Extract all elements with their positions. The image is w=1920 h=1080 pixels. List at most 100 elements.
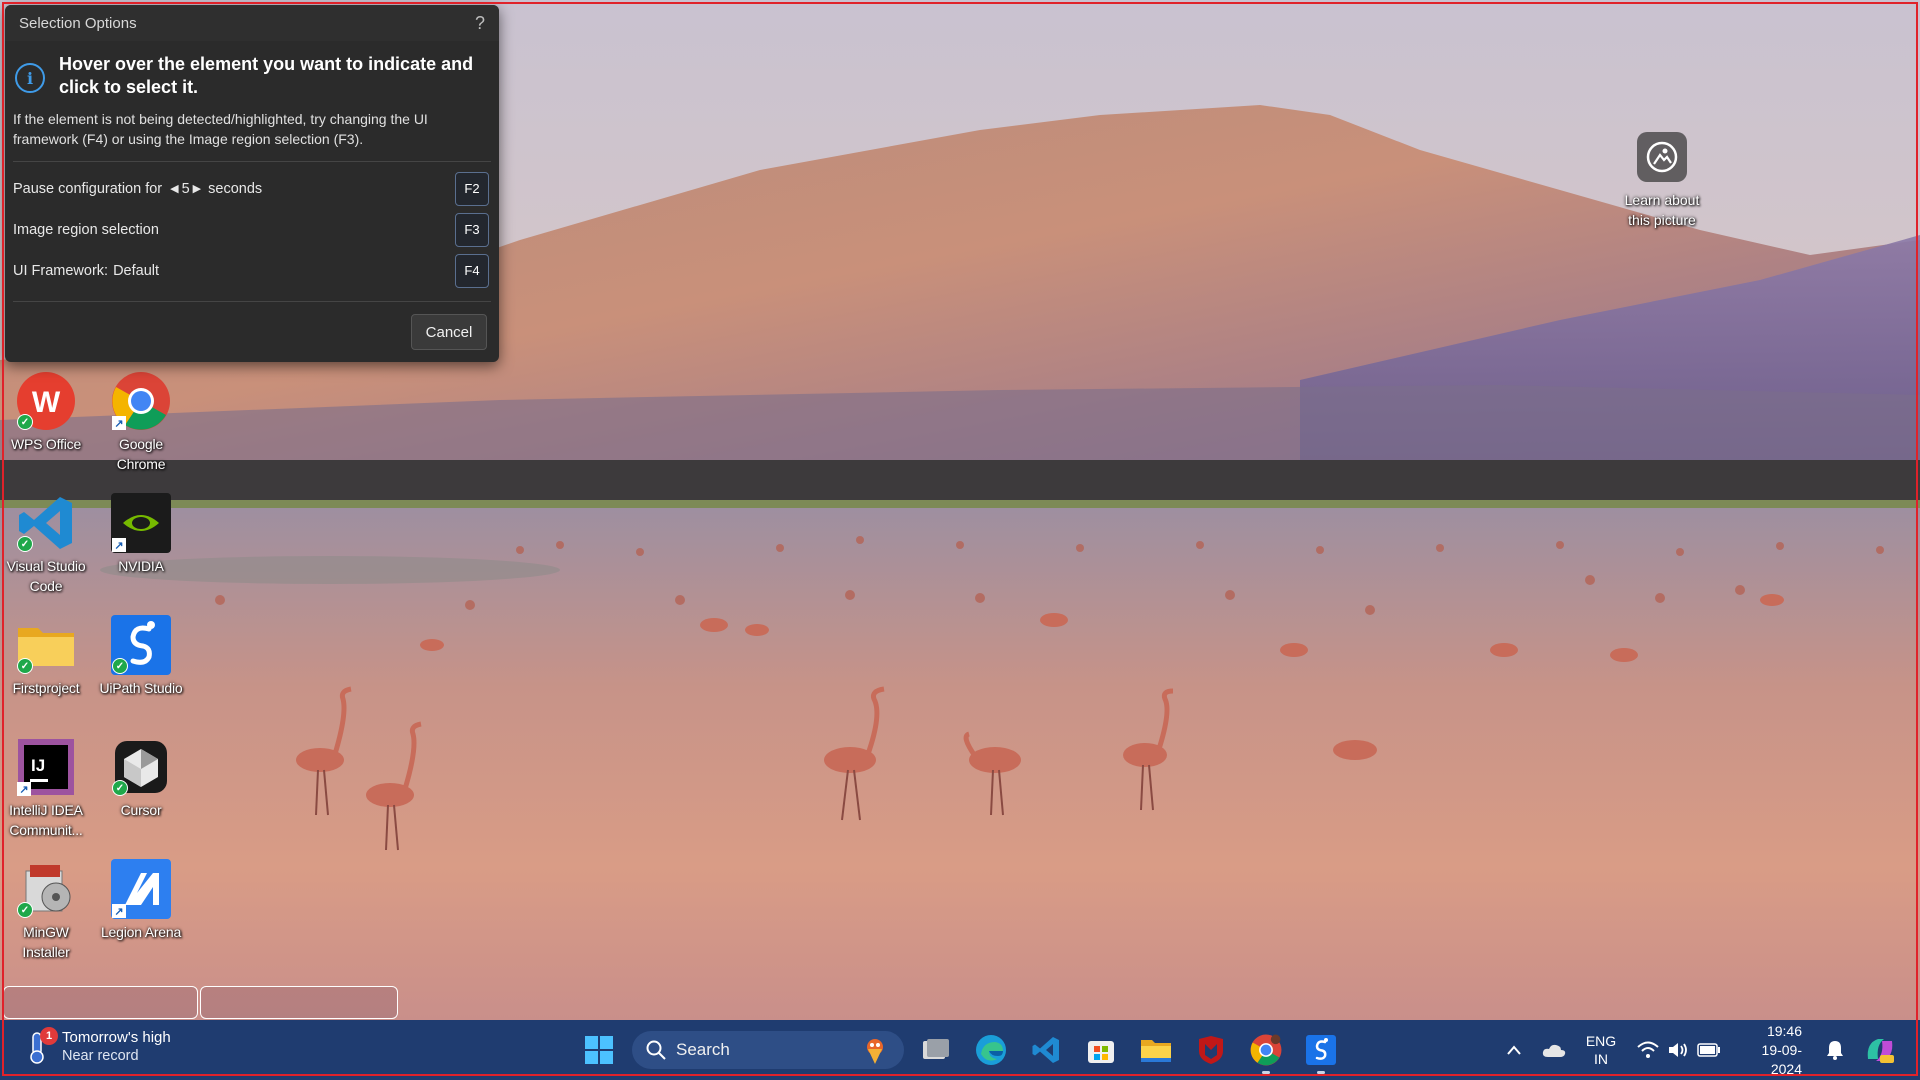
pause-configuration-label: Pause configuration for	[13, 180, 163, 197]
dialog-titlebar[interactable]: Selection Options ?	[5, 5, 499, 41]
nvidia-icon: ↗	[110, 492, 172, 554]
store-button[interactable]	[1081, 1030, 1121, 1070]
desktop-icon-uipath-studio[interactable]: ✓ UiPath Studio	[95, 614, 187, 698]
legion-arena-icon: ↗	[110, 858, 172, 920]
ui-framework-label: UI Framework:	[13, 262, 109, 279]
desktop-icon-wps-office[interactable]: W ✓ WPS Office	[0, 370, 92, 454]
desktop-icon-label: Cursor	[120, 802, 162, 818]
file-explorer-icon	[1141, 1040, 1171, 1062]
weather-widget[interactable]: 1 Tomorrow's high Near record	[26, 1027, 171, 1066]
empty-window-preview[interactable]	[3, 986, 198, 1019]
dialog-title: Selection Options	[19, 14, 137, 32]
running-indicator	[1317, 1071, 1325, 1074]
mingw-icon: ✓	[15, 858, 77, 920]
desktop-icon-label: UiPath Studio	[99, 680, 183, 696]
notifications-button[interactable]	[1820, 1020, 1850, 1080]
language-code: ENG	[1585, 1033, 1617, 1049]
wifi-icon	[1637, 1041, 1659, 1058]
copilot-button[interactable]	[1860, 1020, 1900, 1080]
folder-icon: ✓	[15, 614, 77, 676]
desktop-icon-vscode[interactable]: ✓ Visual Studio Code	[0, 492, 92, 596]
desktop-icon-label: WPS Office	[10, 436, 82, 452]
wifi-button[interactable]	[1634, 1020, 1662, 1080]
mcafee-button[interactable]	[1191, 1030, 1231, 1070]
chrome-icon	[1250, 1034, 1282, 1066]
taskbar-search[interactable]: Search	[632, 1031, 904, 1069]
learn-about-picture[interactable]: Learn about this picture	[1612, 132, 1712, 230]
f2-key-button[interactable]: F2	[455, 171, 489, 206]
desktop-icon-firstproject[interactable]: ✓ Firstproject	[0, 614, 92, 698]
search-highlight-icon	[867, 1039, 883, 1064]
language-indicator[interactable]: ENG IN	[1580, 1020, 1622, 1080]
uipath-taskbar-button[interactable]	[1301, 1030, 1341, 1074]
learn-about-picture-label: Learn about this picture	[1624, 192, 1700, 228]
desktop-icon-legion-arena[interactable]: ↗ Legion Arena	[95, 858, 187, 942]
speaker-icon	[1669, 1043, 1687, 1057]
desktop-icon-mingw-installer[interactable]: ✓ MinGW Installer	[0, 858, 92, 962]
help-icon[interactable]: ?	[475, 13, 485, 34]
sync-ok-icon: ✓	[17, 658, 33, 674]
cursor-icon: ✓	[110, 736, 172, 798]
uipath-icon	[1306, 1035, 1336, 1065]
store-icon	[1088, 1041, 1114, 1063]
selection-options-dialog: Selection Options ? i Hover over the ele…	[5, 5, 499, 362]
desktop-icon-nvidia[interactable]: ↗ NVIDIA	[95, 492, 187, 576]
chrome-icon: ↗	[110, 370, 172, 432]
search-placeholder: Search	[676, 1040, 730, 1059]
taskbar: 1 Tomorrow's high Near record Search ENG…	[0, 1020, 1920, 1080]
camera-icon	[1637, 132, 1687, 182]
svg-text:IJ: IJ	[31, 756, 45, 775]
wps-office-icon: W ✓	[15, 370, 77, 432]
desktop-icon-label: Legion Arena	[100, 924, 182, 940]
vscode-taskbar-button[interactable]	[1026, 1030, 1066, 1070]
thermometer-icon: 1	[26, 1027, 58, 1065]
file-explorer-button[interactable]	[1136, 1030, 1176, 1070]
show-hidden-icons-button[interactable]	[1500, 1020, 1528, 1080]
empty-window-preview[interactable]	[200, 986, 398, 1019]
onedrive-button[interactable]	[1538, 1020, 1570, 1080]
weather-alert-badge: 1	[40, 1027, 58, 1045]
start-icon	[585, 1036, 613, 1064]
desktop-icon-google-chrome[interactable]: ↗ Google Chrome	[95, 370, 187, 474]
task-view-button[interactable]	[916, 1030, 956, 1070]
mcafee-icon	[1199, 1036, 1223, 1064]
desktop-icon-label: Firstproject	[12, 680, 80, 696]
pause-configuration-option: Pause configuration for ◀ 5 ▶ seconds F2	[5, 168, 499, 209]
increase-seconds-icon[interactable]: ▶	[193, 182, 201, 195]
cancel-button[interactable]: Cancel	[411, 314, 487, 350]
volume-button[interactable]	[1664, 1020, 1692, 1080]
shortcut-arrow-icon: ↗	[112, 416, 126, 430]
f3-key-button[interactable]: F3	[455, 212, 489, 247]
f4-key-button[interactable]: F4	[455, 253, 489, 288]
desktop-icon-label: Visual Studio Code	[6, 558, 86, 594]
desktop-icon-intellij[interactable]: IJ ↗ IntelliJ IDEA Communit...	[0, 736, 92, 840]
uipath-icon: ✓	[110, 614, 172, 676]
divider	[13, 301, 491, 302]
desktop-icon-label: IntelliJ IDEA Communit...	[9, 802, 83, 838]
bell-icon	[1827, 1041, 1843, 1060]
cloud-icon	[1542, 1044, 1566, 1057]
battery-icon	[1697, 1043, 1720, 1057]
clock[interactable]: 19:46 19-09-2024	[1732, 1020, 1802, 1080]
start-button[interactable]	[579, 1030, 619, 1070]
image-region-label: Image region selection	[13, 221, 159, 238]
vscode-icon	[1032, 1037, 1059, 1063]
edge-button[interactable]	[971, 1030, 1011, 1070]
desktop-icon-label: NVIDIA	[118, 558, 164, 574]
desktop-icon-label: Google Chrome	[116, 436, 166, 472]
weather-title: Tomorrow's high	[62, 1029, 171, 1046]
running-indicator	[1262, 1071, 1270, 1074]
chrome-taskbar-button[interactable]	[1246, 1030, 1286, 1074]
desktop-icon-cursor[interactable]: ✓ Cursor	[95, 736, 187, 820]
info-icon: i	[15, 63, 45, 93]
ui-framework-option: UI Framework: Default F4	[5, 250, 499, 291]
search-icon	[646, 1040, 666, 1060]
shortcut-arrow-icon: ↗	[112, 538, 126, 552]
edge-icon	[976, 1035, 1006, 1065]
shortcut-arrow-icon: ↗	[17, 782, 31, 796]
battery-button[interactable]	[1694, 1020, 1724, 1080]
decrease-seconds-icon[interactable]: ◀	[170, 182, 178, 195]
desktop-icon-label: MinGW Installer	[22, 924, 70, 960]
sync-ok-icon: ✓	[17, 414, 33, 430]
pause-seconds-value: 5	[181, 180, 190, 197]
